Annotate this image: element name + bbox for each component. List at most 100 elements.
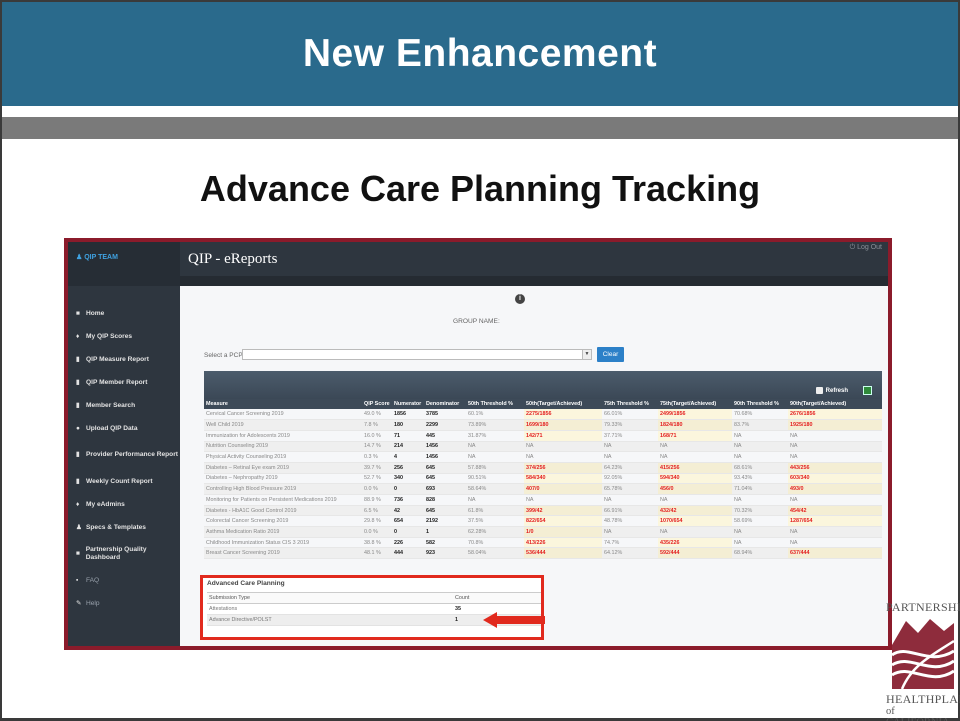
table-cell: 536/444 — [524, 547, 602, 560]
table-cell: 48.78% — [602, 515, 658, 528]
dashboard-icon: ■ — [76, 550, 80, 557]
sidebar-item-label: FAQ — [86, 576, 100, 584]
table-header-row: Measure QIP Score Numerator Denominator 50th… — [204, 399, 882, 409]
slide-subtitle: Advance Care Planning Tracking — [199, 168, 761, 209]
table-cell: NA — [788, 430, 882, 442]
measures-table: Measure QIP Score Numerator Denominator 50th… — [204, 399, 882, 560]
table-cell: 603/340 — [788, 473, 882, 485]
table-cell: 214 — [392, 441, 424, 453]
table-row: Asthma Medication Ratio 2019 0.0 % 0 1 62.28… — [204, 526, 882, 538]
table-column-header[interactable]: Denominator — [424, 399, 466, 409]
table-cell: NA — [524, 441, 602, 453]
measures-table-panel: Refresh Measure QIP Score Numerator Denomin… — [204, 371, 882, 560]
table-cell: 822/654 — [524, 515, 602, 528]
table-cell: 399/42 — [524, 505, 602, 517]
table-cell: 65.78% — [602, 483, 658, 495]
table-column-header[interactable]: 50th(Target/Achieved) — [524, 399, 602, 409]
table-cell: 70.8% — [466, 537, 524, 549]
table-column-header[interactable]: 75th Threshold % — [602, 399, 658, 409]
table-cell: NA — [732, 430, 788, 442]
title-bar: New Enhancement — [2, 2, 958, 106]
table-cell: 16.0 % — [362, 430, 392, 442]
sidebar-item-provider-performance-report[interactable]: ▮ Provider Performance Report — [68, 440, 180, 470]
table-cell: NA — [788, 526, 882, 538]
table-cell: 493/0 — [788, 483, 882, 495]
table-cell: NA — [732, 494, 788, 506]
table-cell: NA — [466, 494, 524, 506]
table-cell: Diabetes – Retinal Eye exam 2019 — [204, 462, 362, 474]
table-cell: 7.8 % — [362, 419, 392, 431]
table-cell: NA — [732, 441, 788, 453]
table-cell: 38.8 % — [362, 537, 392, 549]
table-row: Diabetes – Retinal Eye exam 2019 39.7 % 25… — [204, 462, 882, 474]
table-row: Monitoring for Patients on Persistent Me… — [204, 494, 882, 506]
app-title: QIP - eReports — [188, 251, 278, 267]
sidebar-item-help[interactable]: ✎ Help — [68, 592, 180, 615]
table-cell: 443/256 — [788, 462, 882, 474]
table-row: Childhood Immunization Status CIS 3 2019… — [204, 537, 882, 549]
sidebar-item-partnership-quality-dashboard[interactable]: ■ Partnership Quality Dashboard — [68, 539, 180, 569]
sidebar-item-faq[interactable]: ▪ FAQ — [68, 569, 180, 592]
sidebar-item-home[interactable]: ■ Home — [68, 302, 180, 325]
sidebar-item-qip-measure-report[interactable]: ▮ QIP Measure Report — [68, 348, 180, 371]
table-column-header[interactable]: 90th Threshold % — [732, 399, 788, 409]
table-cell: 592/444 — [658, 547, 732, 560]
sidebar-item-upload-qip-data[interactable]: ● Upload QIP Data — [68, 417, 180, 440]
sidebar-item-weekly-count-report[interactable]: ▮ Weekly Count Report — [68, 470, 180, 493]
table-cell: Nutrition Counseling 2019 — [204, 441, 362, 453]
table-cell: NA — [732, 537, 788, 549]
table-cell: 90.51% — [466, 473, 524, 485]
table-row: Immunization for Adolescents 2019 16.0 % 7… — [204, 430, 882, 442]
table-column-header[interactable]: Measure — [204, 399, 362, 409]
table-cell: 58.69% — [732, 515, 788, 528]
refresh-button[interactable]: Refresh — [815, 387, 848, 394]
table-cell: Asthma Medication Ratio 2019 — [204, 526, 362, 538]
sidebar-item-my-eadmins[interactable]: ♦ My eAdmins — [68, 493, 180, 516]
sidebar-item-my-qip-scores[interactable]: ♦ My QIP Scores — [68, 325, 180, 348]
table-cell: 435/226 — [658, 537, 732, 549]
acp-panel: Advanced Care Planning Submission Type C… — [200, 575, 545, 640]
sidebar-item-qip-member-report[interactable]: ▮ QIP Member Report — [68, 371, 180, 394]
pcp-select[interactable]: ▼ — [242, 349, 592, 360]
sidebar-item-label: My eAdmins — [86, 500, 125, 508]
excel-export-icon[interactable] — [863, 386, 872, 395]
table-cell: 413/226 — [524, 537, 602, 549]
sidebar-item-label: Upload QIP Data — [86, 424, 138, 432]
logout-link[interactable]: ⏻ Log Out — [850, 244, 882, 252]
table-cell: 407/0 — [524, 483, 602, 495]
table-cell: 1856 — [392, 409, 424, 421]
table-cell: 828 — [424, 494, 466, 506]
table-cell: 654 — [392, 515, 424, 528]
table-cell: NA — [466, 451, 524, 463]
top-bar: QIP - eReports ⏻ Log Out — [180, 242, 888, 276]
table-row: Colorectal Cancer Screening 2019 29.8 % 65… — [204, 515, 882, 528]
team-label[interactable]: ♟ QIP TEAM — [68, 242, 180, 286]
table-column-header[interactable]: 90th(Target/Achieved) — [788, 399, 882, 409]
bar-chart-icon: ▮ — [76, 378, 80, 386]
table-cell: NA — [658, 451, 732, 463]
table-cell: 1925/180 — [788, 419, 882, 431]
table-column-header[interactable]: 75th(Target/Achieved) — [658, 399, 732, 409]
table-column-header[interactable]: Numerator — [392, 399, 424, 409]
sub-bar — [180, 276, 888, 286]
refresh-icon — [815, 387, 823, 394]
table-cell: 1070/654 — [658, 515, 732, 528]
sidebar-item-specs-templates[interactable]: ♟ Specs & Templates — [68, 516, 180, 539]
chevron-down-icon[interactable]: ▼ — [582, 350, 591, 359]
table-body: Cervical Cancer Screening 2019 49.0 % 1856… — [204, 409, 882, 560]
table-cell: 445 — [424, 430, 466, 442]
table-column-header[interactable]: QIP Score — [362, 399, 392, 409]
sidebar-item-member-search[interactable]: ▮ Member Search — [68, 394, 180, 417]
red-arrow-icon — [483, 612, 545, 628]
bar-chart-icon: ▮ — [76, 451, 80, 458]
table-row: Diabetes - HbA1C Good Control 2019 6.5 % 4… — [204, 505, 882, 517]
bar-chart-icon: ▮ — [76, 477, 80, 485]
clear-button[interactable]: Clear — [597, 347, 624, 362]
table-cell: 1699/180 — [524, 419, 602, 431]
info-icon[interactable]: i — [515, 294, 525, 304]
table-cell: 1 — [424, 526, 466, 538]
table-cell: 582 — [424, 537, 466, 549]
sidebar-item-label: Partnership Quality Dashboard — [85, 546, 147, 561]
table-cell: Childhood Immunization Status CIS 3 2019 — [204, 537, 362, 549]
table-column-header[interactable]: 50th Threshold % — [466, 399, 524, 409]
